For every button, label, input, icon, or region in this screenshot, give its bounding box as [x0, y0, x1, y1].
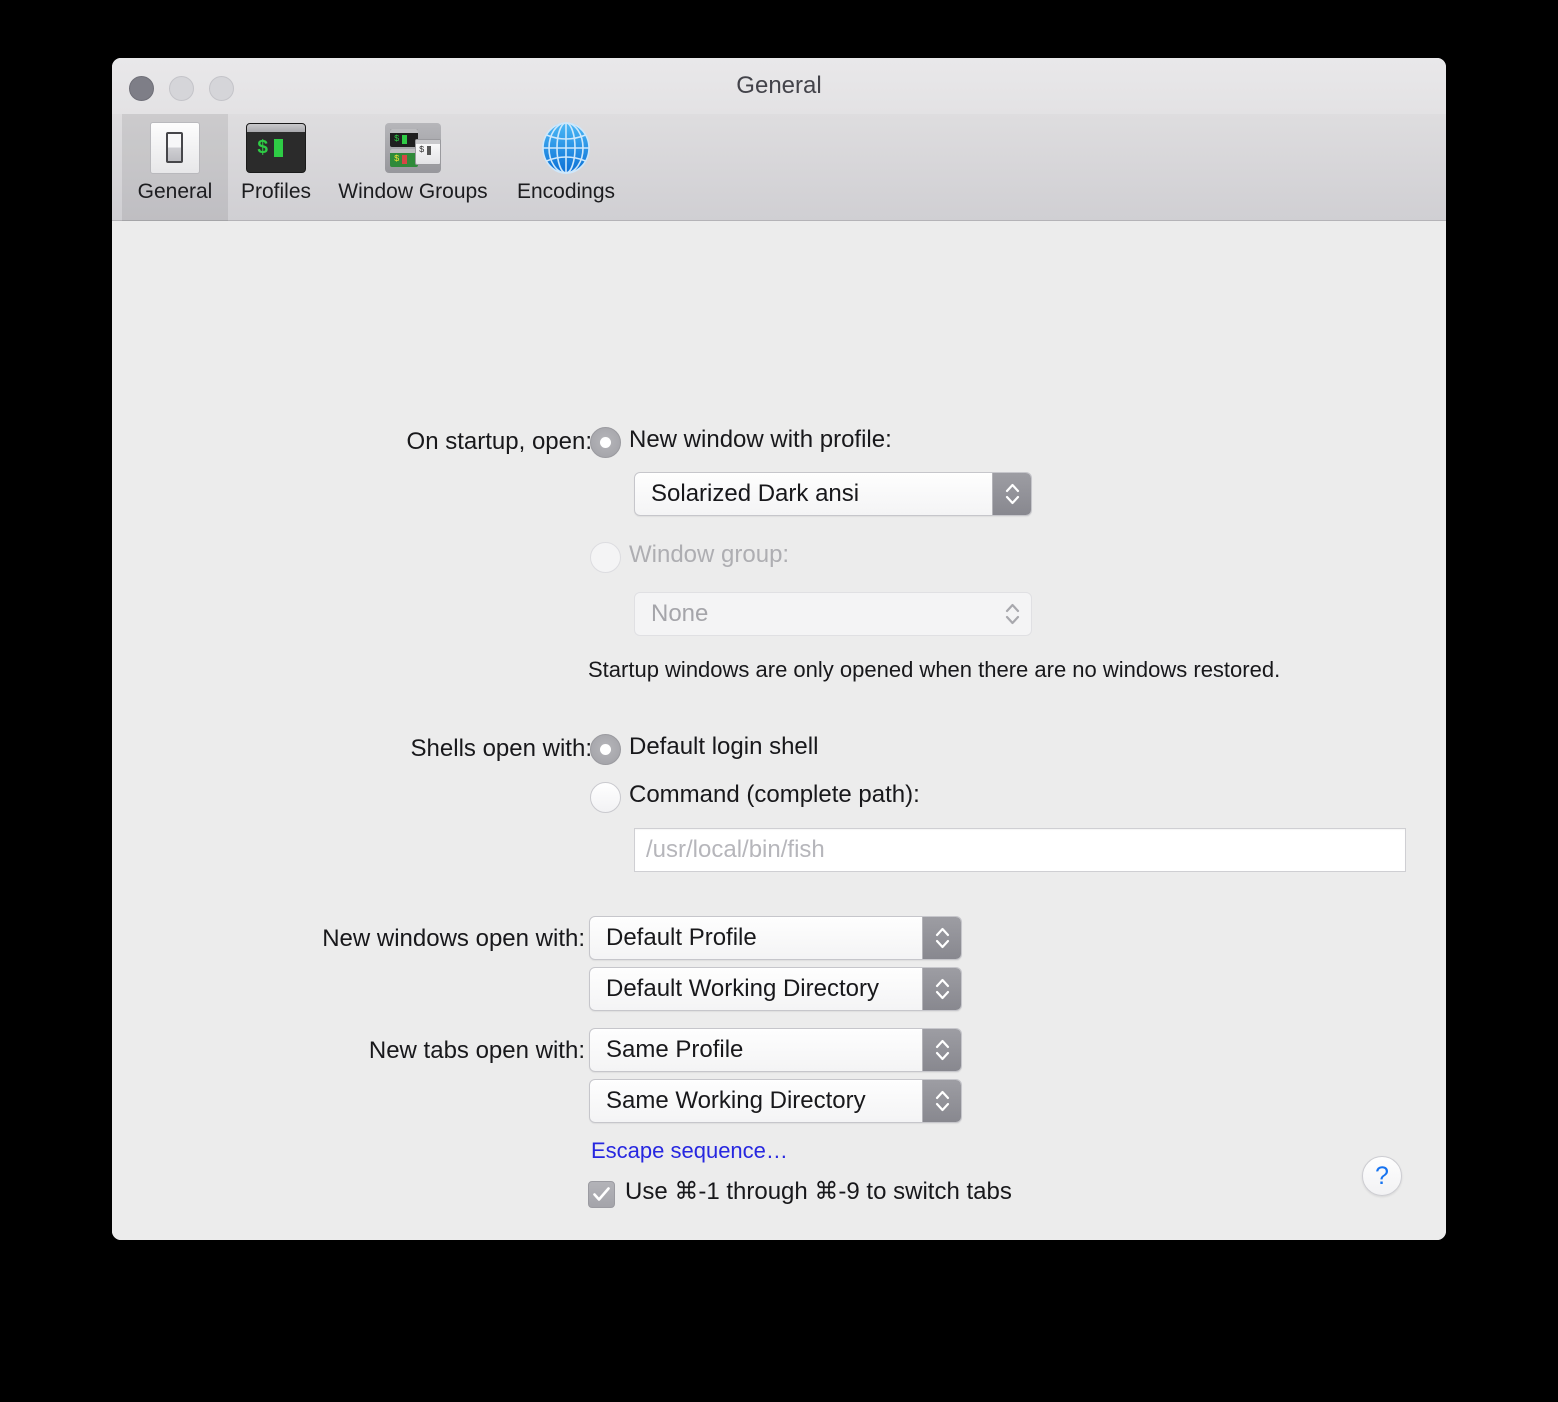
new-windows-profile-popup-stepper[interactable] [922, 917, 961, 959]
radio-new-window-with-profile[interactable] [590, 427, 621, 458]
toolbar-item-encodings[interactable]: Encodings [502, 114, 630, 221]
toolbar-item-encodings-label: Encodings [516, 180, 616, 203]
radio-default-login-shell[interactable] [590, 734, 621, 765]
new-tabs-profile-popup-value: Same Profile [606, 1036, 744, 1063]
new-tabs-directory-popup[interactable]: Same Working Directory [589, 1079, 962, 1123]
toolbar-item-general-label: General [137, 180, 213, 203]
toolbar-item-general[interactable]: General [122, 114, 228, 221]
toolbar-item-window-groups[interactable]: $ $ $ Window Groups [324, 114, 502, 221]
new-windows-profile-popup-value: Default Profile [606, 924, 757, 951]
new-windows-directory-popup-stepper[interactable] [922, 968, 961, 1010]
preferences-window: General General $ Profiles $ $ $ Window … [112, 58, 1446, 1240]
startup-profile-popup-value: Solarized Dark ansi [651, 480, 860, 507]
general-settings-pane: On startup, open: New window with profil… [112, 221, 1446, 1240]
radio-command-complete-path-label: Command (complete path): [629, 781, 920, 808]
on-startup-label: On startup, open: [406, 428, 592, 455]
globe-icon [511, 119, 621, 177]
shell-command-input[interactable]: /usr/local/bin/fish [634, 828, 1406, 872]
new-windows-open-with-label: New windows open with: [322, 925, 585, 952]
new-tabs-directory-popup-stepper[interactable] [922, 1080, 961, 1122]
window-groups-icon: $ $ $ [333, 119, 493, 177]
window-group-popup-stepper[interactable] [993, 593, 1031, 635]
radio-default-login-shell-label: Default login shell [629, 733, 819, 760]
use-command-number-switch-tabs-label: Use ⌘-1 through ⌘-9 to switch tabs [625, 1178, 1012, 1205]
shell-command-placeholder: /usr/local/bin/fish [646, 836, 825, 863]
new-tabs-directory-popup-value: Same Working Directory [606, 1087, 866, 1114]
toolbar-item-window-groups-label: Window Groups [338, 180, 488, 203]
startup-profile-popup[interactable]: Solarized Dark ansi [634, 472, 1032, 516]
shells-open-with-label: Shells open with: [410, 735, 592, 762]
toolbar-item-profiles-label: Profiles [240, 180, 312, 203]
preferences-toolbar: General $ Profiles $ $ $ Window Groups E… [112, 114, 1446, 221]
radio-window-group[interactable] [590, 542, 621, 573]
new-windows-profile-popup[interactable]: Default Profile [589, 916, 962, 960]
escape-sequence-link[interactable]: Escape sequence… [591, 1138, 788, 1164]
startup-profile-popup-stepper[interactable] [992, 473, 1031, 515]
startup-note: Startup windows are only opened when the… [588, 657, 1281, 682]
window-titlebar: General [112, 58, 1446, 114]
new-tabs-open-with-label: New tabs open with: [368, 1037, 585, 1064]
radio-command-complete-path[interactable] [590, 782, 621, 813]
toolbar-item-profiles[interactable]: $ Profiles [228, 114, 324, 221]
window-title: General [736, 72, 822, 99]
radio-new-window-with-profile-label: New window with profile: [629, 426, 892, 453]
new-tabs-profile-popup-stepper[interactable] [922, 1029, 961, 1071]
new-windows-directory-popup-value: Default Working Directory [606, 975, 879, 1002]
new-tabs-profile-popup[interactable]: Same Profile [589, 1028, 962, 1072]
window-group-popup[interactable]: None [634, 592, 1032, 636]
new-windows-directory-popup[interactable]: Default Working Directory [589, 967, 962, 1011]
use-command-number-switch-tabs-checkbox[interactable] [588, 1181, 615, 1208]
terminal-window-icon: $ [237, 119, 315, 177]
radio-window-group-label: Window group: [629, 541, 790, 568]
help-button[interactable]: ? [1362, 1156, 1402, 1196]
window-group-popup-value: None [651, 600, 709, 627]
general-switch-icon [131, 119, 219, 177]
